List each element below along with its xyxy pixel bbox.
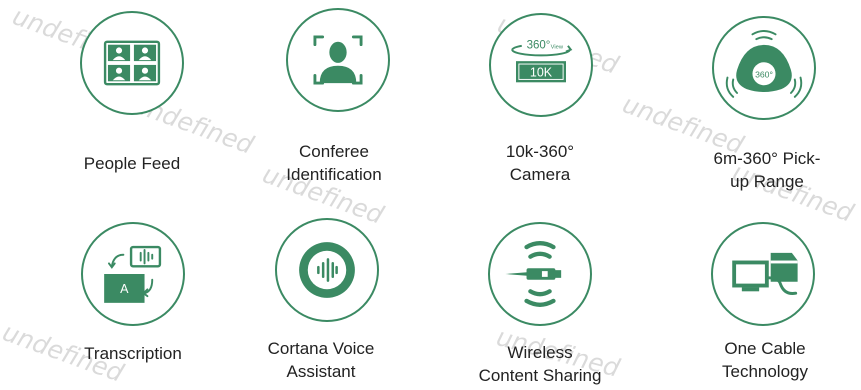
people-feed-icon (80, 11, 184, 115)
camera-360-icon: 360° View 10K (489, 13, 593, 117)
conferee-identification-icon (286, 8, 390, 112)
resolution-text: 10K (530, 66, 553, 80)
feature-label: Conferee Identification (286, 142, 382, 184)
transcription-icon: A (81, 222, 185, 326)
voice-assistant-icon (275, 218, 379, 322)
mic-360-text: 360° (755, 70, 773, 80)
transcript-letter: A (120, 282, 129, 296)
pickup-range-icon: 360° (712, 16, 816, 120)
feature-label: People Feed (83, 154, 181, 173)
feature-label: Transcription (84, 344, 182, 363)
wireless-sharing-icon (488, 222, 592, 326)
feature-label: 6m-360° Pick- up Range (713, 149, 821, 191)
one-cable-icon (711, 222, 815, 326)
feature-label: Wireless Content Sharing (478, 343, 602, 385)
feature-label: Cortana Voice Assistant (267, 339, 375, 381)
view-suffix-text: View (551, 45, 564, 51)
feature-label: 10k-360° Camera (505, 142, 575, 184)
view-360-text: 360° (527, 40, 551, 52)
feature-label: One Cable Technology (721, 339, 808, 381)
